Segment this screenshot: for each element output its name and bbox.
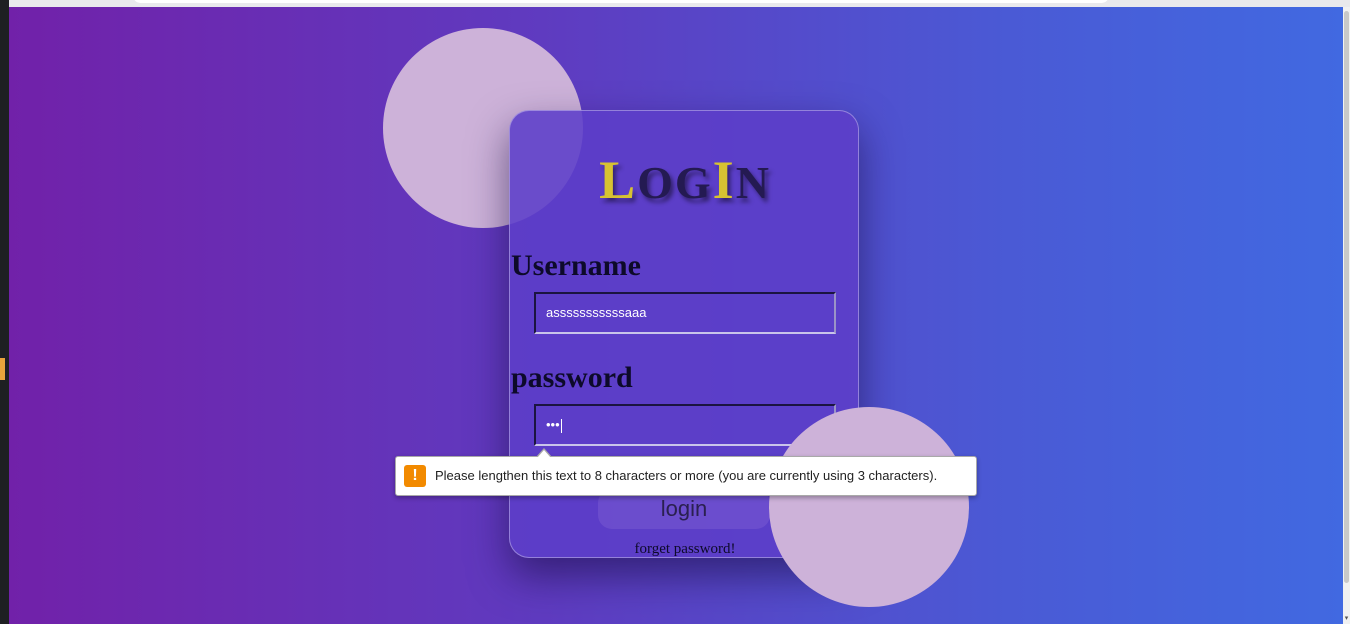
username-input[interactable]: asssssssssssaaa [534, 292, 836, 334]
left-window-edge [0, 0, 9, 624]
username-value: asssssssssssaaa [546, 305, 647, 320]
login-title: LOGIN [510, 149, 860, 211]
title-letters-og: OG [637, 157, 713, 208]
decorative-circle-bottom [769, 407, 969, 607]
password-label: password [511, 361, 633, 394]
vertical-scrollbar[interactable]: ▾ [1343, 7, 1350, 624]
title-letter-l: L [599, 150, 638, 210]
username-label: Username [511, 249, 641, 282]
password-input[interactable]: ••• [534, 404, 836, 446]
scrollbar-thumb[interactable] [1344, 11, 1349, 583]
page-viewport: LOGIN Username asssssssssssaaa password … [9, 7, 1343, 624]
title-letter-n: N [735, 157, 771, 208]
password-value: ••• [546, 417, 560, 432]
text-caret [560, 418, 562, 433]
address-bar-edge[interactable] [133, 0, 1109, 3]
validation-message: Please lengthen this text to 8 character… [435, 468, 938, 483]
scroll-down-arrow-icon[interactable]: ▾ [1343, 615, 1350, 622]
title-letter-i: I [712, 150, 736, 210]
validation-tooltip: ! Please lengthen this text to 8 charact… [395, 448, 977, 496]
warning-icon: ! [404, 465, 426, 487]
browser-top-bar [9, 0, 1350, 7]
edge-accent-marker [0, 358, 5, 380]
